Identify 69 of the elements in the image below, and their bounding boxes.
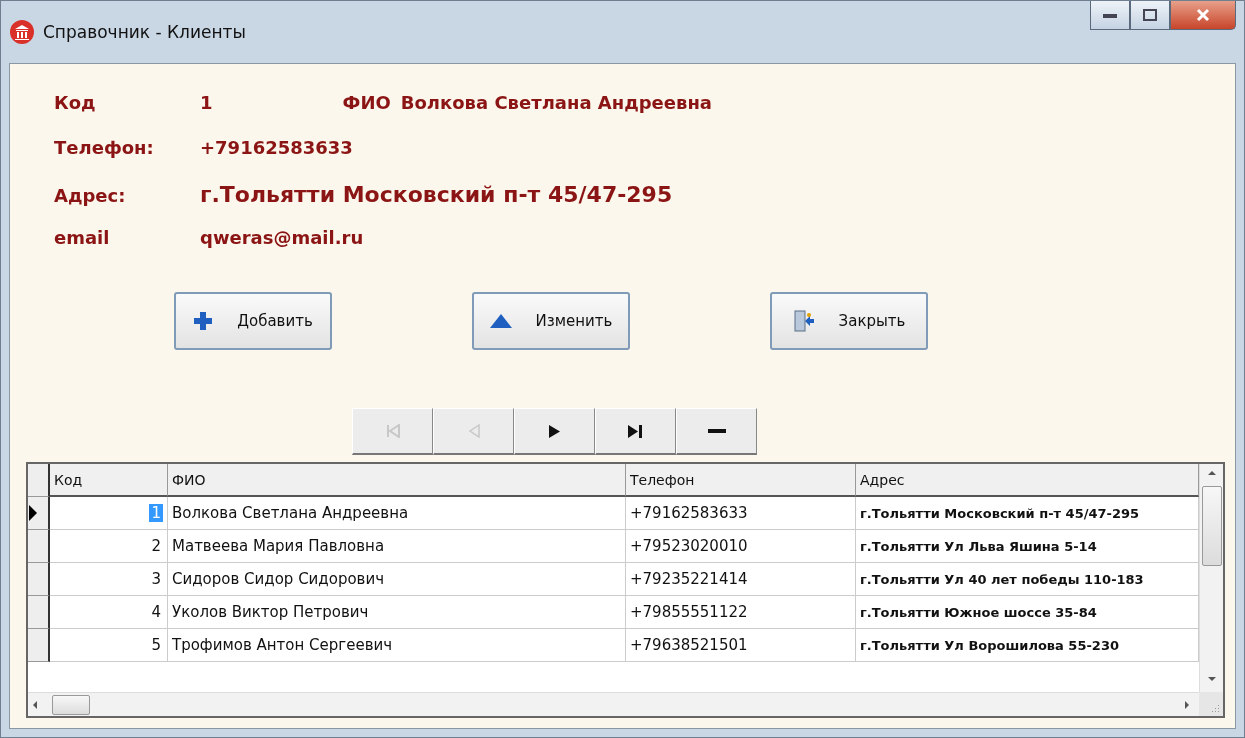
column-header[interactable]: Адрес [856,464,1199,497]
field-value: +79162583633 [200,137,353,158]
row-selector[interactable] [28,530,50,563]
field-label: Телефон: [54,137,155,158]
close-button[interactable] [1170,1,1236,30]
first-record-icon [385,424,400,438]
current-row-icon [28,505,38,521]
table-cell: г.Тольятти Ул 40 лет победы 110-183 [856,563,1199,596]
table-cell: Волкова Светлана Андреевна [168,497,626,530]
row-header [28,464,50,497]
close-button[interactable]: Закрыть [770,292,928,350]
table-cell: +79235221414 [626,563,856,596]
table-cell: Уколов Виктор Петрович [168,596,626,629]
maximize-button[interactable] [1130,1,1170,30]
table-cell: г.Тольятти Московский п-т 45/47-295 [856,497,1199,530]
navigator-button[interactable] [595,408,676,455]
last-record-icon [628,424,643,438]
table-cell: +79162583633 [626,497,856,530]
bank-icon [9,19,35,45]
table-cell: г.Тольятти Южное шоссе 35-84 [856,596,1199,629]
minimize-button[interactable] [1090,1,1130,30]
triangle-up-icon [489,314,512,328]
next-icon [549,424,560,438]
column-header[interactable]: Код [50,464,168,497]
table-cell: +79523020010 [626,530,856,563]
field-value: г.Тольятти Московский п-т 45/47-295 [200,182,673,207]
table-cell: Трофимов Антон Сергеевич [168,629,626,662]
table-cell: Сидоров Сидор Сидорович [168,563,626,596]
table-cell: Матвеева Мария Павловна [168,530,626,563]
close-icon [1196,8,1210,22]
maximize-icon [1143,9,1157,21]
field-label: Код [54,92,97,113]
field-value: 1 [200,92,213,113]
scroll-thumb[interactable] [52,694,90,715]
table-cell: 2 [50,530,168,563]
table-cell: +79855551122 [626,596,856,629]
horizontal-scrollbar[interactable] [28,692,1199,716]
field-value: Волкова Светлана Андреевна [400,92,712,113]
row-selector[interactable] [28,596,50,629]
scroll-up-icon [1207,471,1216,475]
previous-icon [467,424,480,438]
row-selector[interactable] [28,629,50,662]
add-button[interactable]: Добавить [174,292,332,350]
table-cell: 4 [50,596,168,629]
table-cell: г.Тольятти Ул Ворошилова 55-230 [856,629,1199,662]
minimize-icon [1103,12,1117,18]
field-label: Адрес: [54,185,127,206]
edit-button[interactable]: Изменить [472,292,630,350]
table-cell: г.Тольятти Ул Льва Яшина 5-14 [856,530,1199,563]
plus-icon [193,311,214,331]
column-header[interactable]: ФИО [168,464,626,497]
field-label: ФИО [342,92,391,113]
grip-icon [1210,703,1220,713]
table-cell: +79638521501 [626,629,856,662]
window-title: Справочник - Клиенты [43,22,247,42]
door-exit-icon [792,310,815,332]
row-selector[interactable] [28,497,50,530]
minus-icon [707,429,726,433]
size-grip[interactable] [1199,692,1223,716]
scroll-thumb[interactable] [1201,486,1222,566]
field-value: qweras@mail.ru [200,227,364,248]
table-cell: 3 [50,563,168,596]
row-selector[interactable] [28,563,50,596]
column-header[interactable]: Телефон [626,464,856,497]
table-cell: 5 [50,629,168,662]
scroll-down-icon [1207,677,1216,681]
table-cell: 1 [50,497,168,530]
field-label: email [54,227,111,248]
vertical-scrollbar[interactable] [1199,464,1223,692]
